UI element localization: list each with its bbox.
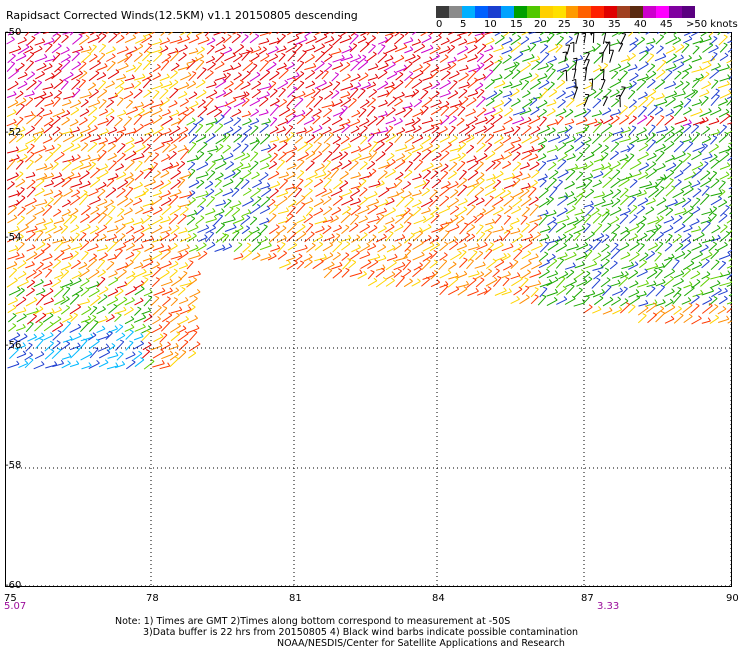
legend-swatch xyxy=(448,6,462,18)
wind-map xyxy=(5,32,732,587)
lat-label-58: -58 xyxy=(5,460,22,471)
legend-label: 25 xyxy=(558,19,571,30)
legend-swatch xyxy=(643,6,657,18)
legend-swatch xyxy=(436,6,449,18)
legend-label: 10 xyxy=(484,19,497,30)
legend-swatch xyxy=(604,6,618,18)
legend-label: 15 xyxy=(510,19,523,30)
legend-label: 20 xyxy=(534,19,547,30)
legend-swatch xyxy=(513,6,527,18)
legend-label: 0 xyxy=(436,19,443,30)
footnote-line-1: Note: 1) Times are GMT 2)Times along bot… xyxy=(115,616,511,627)
legend-swatch xyxy=(630,6,644,18)
legend-swatch xyxy=(539,6,553,18)
time-label-right: 3.33 xyxy=(597,601,620,612)
legend-swatch xyxy=(487,6,501,18)
lat-label-56: -56 xyxy=(5,340,22,351)
legend-swatch xyxy=(565,6,579,18)
legend-label: 35 xyxy=(608,19,621,30)
lon-label-87: 87 xyxy=(581,593,594,604)
time-label-left: 5.07 xyxy=(4,601,27,612)
legend-swatch xyxy=(474,6,488,18)
footnote-line-3: NOAA/NESDIS/Center for Satellite Applica… xyxy=(277,638,565,649)
legend-swatch xyxy=(591,6,605,18)
wind-barb-field xyxy=(6,32,732,370)
legend-swatch xyxy=(526,6,540,18)
map-title: Rapidsact Corrected Winds(12.5KM) v1.1 2… xyxy=(6,9,358,22)
lat-label-52: -52 xyxy=(5,127,22,138)
legend-swatch xyxy=(617,6,631,18)
legend-label: 45 xyxy=(660,19,673,30)
footnote-line-2: 3)Data buffer is 22 hrs from 20150805 4)… xyxy=(143,627,579,638)
legend-label: 5 xyxy=(460,19,467,30)
lon-label-90: 90 xyxy=(726,593,739,604)
wind-speed-legend-labels: 0 5 10 15 20 25 30 35 40 45 >50 knots xyxy=(430,19,740,31)
legend-swatch xyxy=(552,6,566,18)
wind-speed-legend-bar xyxy=(436,6,696,18)
legend-swatch xyxy=(669,6,683,18)
legend-swatch xyxy=(656,6,670,18)
lat-label-60: -60 xyxy=(5,580,22,591)
lon-label-84: 84 xyxy=(432,593,445,604)
legend-label: 40 xyxy=(634,19,647,30)
legend-swatch xyxy=(500,6,514,18)
legend-swatch xyxy=(461,6,475,18)
legend-swatch xyxy=(682,6,696,18)
lon-label-78: 78 xyxy=(146,593,159,604)
lat-label-54: -54 xyxy=(5,232,22,243)
legend-swatch xyxy=(578,6,592,18)
legend-label: >50 knots xyxy=(686,19,738,30)
legend-label: 30 xyxy=(582,19,595,30)
lon-label-81: 81 xyxy=(289,593,302,604)
lat-label-50: -50 xyxy=(5,27,22,38)
